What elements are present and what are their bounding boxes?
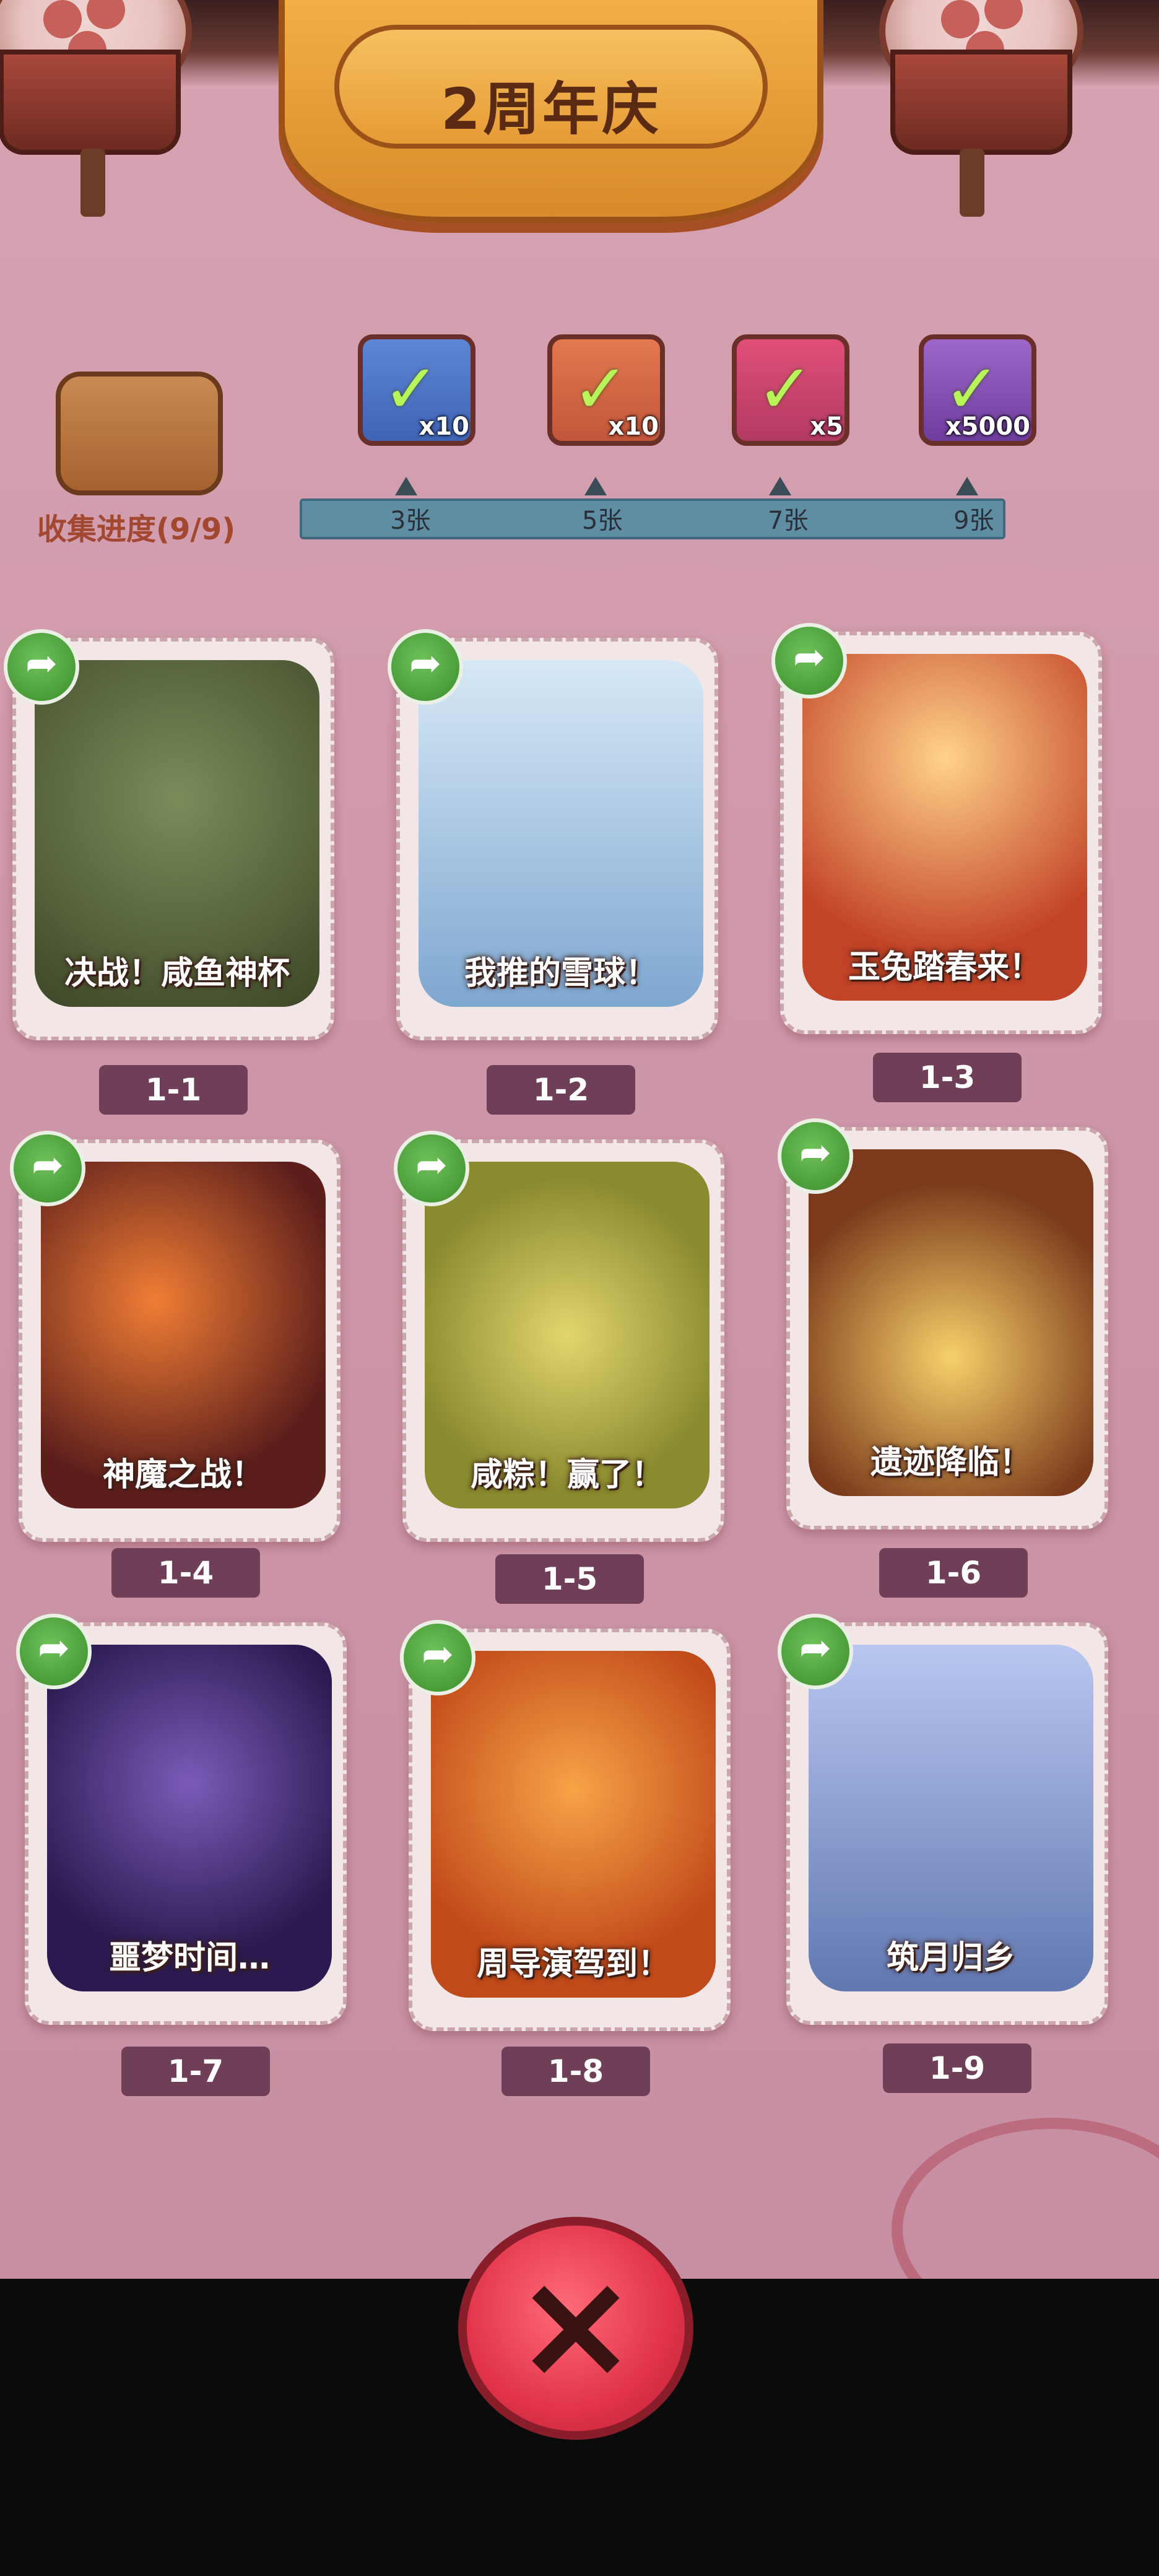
card-1-9[interactable]: 筑月归乡 ➦ [778,1614,1108,2025]
collection-progress-label: 收集进度(9/9) [37,512,236,547]
card-1-2[interactable]: 我推的雪球！ ➦ [388,629,718,1040]
share-arrow-icon[interactable]: ➦ [16,1614,92,1689]
card-number: 1-8 [501,2047,650,2096]
card-title: 遗迹降临！ [870,1444,1031,1481]
game-screen: 2周年庆 ✓ x10 ✓ x10 ✓ x5 ✓ x5000 收集进度(9/9) … [0,0,1159,2279]
share-arrow-icon[interactable]: ➦ [4,629,79,705]
card-number: 1-5 [495,1554,644,1604]
tick-mark [395,477,417,495]
card-number: 1-1 [99,1065,248,1115]
share-arrow-icon[interactable]: ➦ [394,1131,469,1206]
progress-tick-label: 5张 [582,507,623,535]
share-arrow-icon[interactable]: ➦ [388,629,463,705]
card-1-1[interactable]: 决战！咸鱼神杯 ➦ [4,629,334,1040]
reward-quantity: x10 [608,412,659,441]
seal-stamp-decoration [892,2118,1159,2279]
card-title: 决战！咸鱼神杯 [64,955,290,992]
card-number: 1-3 [873,1053,1022,1102]
share-arrow-icon[interactable]: ➦ [400,1620,475,1695]
card-title: 周导演驾到！ [476,1946,670,1983]
card-1-5[interactable]: 咸粽！赢了！ ➦ [394,1131,724,1542]
card-1-8[interactable]: 周导演驾到！ ➦ [400,1620,731,2031]
drum-right-decoration [879,0,1083,217]
card-title: 噩梦时间… [108,1939,270,1977]
card-1-3[interactable]: 玉兔踏春来！ ➦ [771,623,1102,1034]
tick-mark [956,477,978,495]
card-title: 玉兔踏春来！ [848,949,1041,986]
close-x-icon: × [513,2238,638,2411]
reward-quantity: x5 [810,412,843,441]
collection-chest-icon[interactable] [56,372,223,495]
reward-scroll[interactable]: ✓ x10 [547,334,665,446]
page-title: 2周年庆 [440,76,661,142]
card-number: 1-2 [487,1065,635,1115]
check-icon: ✓ [383,349,440,429]
tick-mark [584,477,607,495]
drum-left-decoration [0,0,192,217]
card-1-4[interactable]: 神魔之战！ ➦ [10,1131,341,1542]
card-1-7[interactable]: 噩梦时间… ➦ [16,1614,347,2025]
close-button[interactable]: × [458,2217,693,2440]
card-title: 咸粽！赢了！ [470,1456,664,1494]
progress-tick-label: 9张 [953,507,994,535]
card-number: 1-6 [879,1548,1028,1598]
title-plate: 2周年庆 [279,0,823,242]
reward-coins[interactable]: ✓ x5000 [919,334,1036,446]
share-arrow-icon[interactable]: ➦ [771,623,847,698]
card-number: 1-4 [111,1548,260,1598]
card-title: 我推的雪球！ [464,955,658,992]
check-icon: ✓ [944,349,1001,429]
card-number: 1-9 [883,2043,1031,2093]
tick-mark [769,477,791,495]
card-number: 1-7 [121,2047,270,2096]
card-title: 神魔之战！ [102,1456,264,1494]
card-1-6[interactable]: 遗迹降临！ ➦ [778,1118,1108,1530]
share-arrow-icon[interactable]: ➦ [778,1614,853,1689]
reward-quantity: x5000 [945,412,1030,441]
reward-quantity: x10 [419,412,469,441]
reward-gem[interactable]: ✓ x5 [732,334,849,446]
progress-tick-label: 7张 [768,507,809,535]
progress-tick-label: 3张 [390,507,431,535]
check-icon: ✓ [572,349,630,429]
check-icon: ✓ [757,349,814,429]
card-title: 筑月归乡 [886,1939,1015,1977]
share-arrow-icon[interactable]: ➦ [778,1118,853,1194]
share-arrow-icon[interactable]: ➦ [10,1131,85,1206]
reward-chest[interactable]: ✓ x10 [358,334,475,446]
